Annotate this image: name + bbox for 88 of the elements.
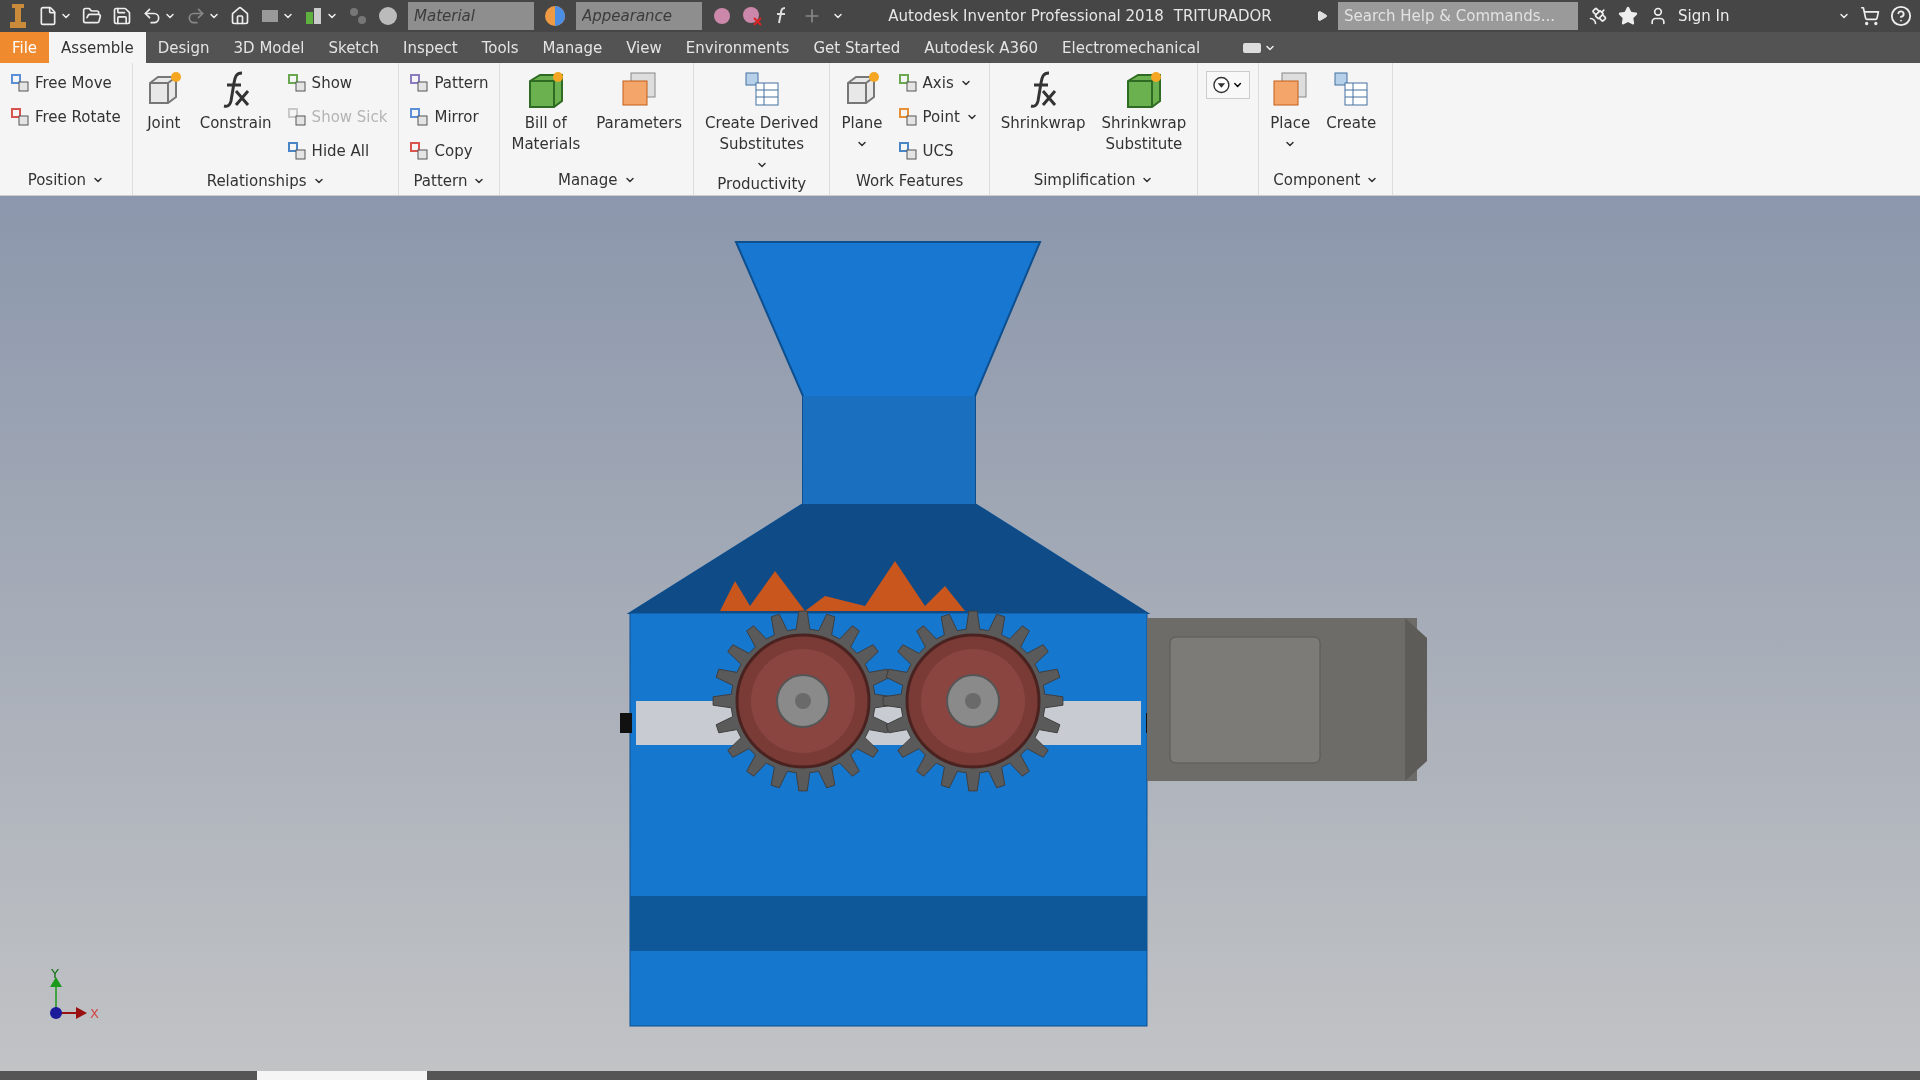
clear-color-icon: [742, 6, 762, 26]
ribbon-tab[interactable]: Electromechanical: [1050, 32, 1213, 63]
ribbon-tool[interactable]: Pattern: [407, 67, 492, 98]
x-axis-label: X: [90, 1006, 99, 1021]
select-button[interactable]: [304, 6, 338, 26]
ribbon-tool[interactable]: Place: [1267, 67, 1314, 165]
tool-icon: [287, 141, 306, 160]
tool-icon: [11, 107, 29, 126]
panel-title[interactable]: Manage: [508, 165, 686, 195]
ribbon-tab[interactable]: Inspect: [391, 32, 470, 63]
ribbon-tab[interactable]: Environments: [673, 32, 802, 63]
tool-icon: [898, 107, 917, 126]
ribbon-tool[interactable]: Plane: [838, 67, 886, 166]
tool-icon: [410, 73, 429, 92]
user-icon: [1648, 6, 1668, 26]
ribbon-tab[interactable]: Get Started: [801, 32, 913, 63]
open-button[interactable]: [82, 6, 102, 26]
favorites-button[interactable]: [1618, 6, 1638, 26]
tool-icon: [11, 73, 29, 92]
satellite-button[interactable]: [1588, 6, 1608, 26]
ribbon-tab[interactable]: 3D Model: [221, 32, 317, 63]
panel-display-icon: [1242, 41, 1263, 54]
tool-icon: [287, 73, 306, 92]
document-title: TRITURADOR: [1173, 7, 1272, 25]
app-logo[interactable]: [8, 2, 28, 30]
ribbon-tool[interactable]: Show: [284, 67, 391, 98]
new-file-button[interactable]: [38, 6, 72, 26]
tool-icon: [898, 73, 917, 92]
ribbon-tool[interactable]: Hide All: [284, 135, 391, 166]
ribbon-tool[interactable]: Create Derived Substitutes: [702, 67, 822, 173]
tool-icon: [287, 107, 306, 126]
color-ball-icon: [712, 6, 732, 26]
ribbon-tool[interactable]: Shrinkwrap: [997, 67, 1089, 165]
panel-title[interactable]: Component: [1267, 165, 1385, 195]
color-wheel-icon: [544, 5, 566, 27]
ribbon-tool[interactable]: Mirror: [407, 101, 492, 132]
search-field[interactable]: Search Help & Commands...: [1338, 2, 1578, 30]
save-button[interactable]: [112, 6, 132, 26]
sign-in-button[interactable]: Sign In: [1678, 7, 1828, 25]
dropdown-circle-icon: [1213, 76, 1231, 94]
tool-icon: [410, 141, 429, 160]
ribbon-tool[interactable]: Copy: [407, 135, 492, 166]
clear-appearance-button[interactable]: [742, 6, 762, 26]
home-button[interactable]: [230, 6, 250, 26]
dropdown-button[interactable]: [1206, 71, 1251, 99]
panel-title[interactable]: Productivity: [702, 173, 822, 195]
ribbon-tool[interactable]: Bill of Materials: [508, 67, 584, 165]
axis-icon: [50, 977, 87, 1019]
ribbon-tool[interactable]: Axis: [895, 67, 981, 98]
expand-button[interactable]: [1316, 10, 1328, 22]
help-button[interactable]: [1890, 5, 1912, 27]
ribbon-tool[interactable]: Parameters: [593, 67, 686, 165]
tool-icon: [410, 107, 429, 126]
appearance-field[interactable]: Appearance: [576, 2, 702, 30]
undo-button[interactable]: [142, 6, 176, 26]
ribbon-tab[interactable]: Manage: [530, 32, 615, 63]
appearance-button[interactable]: [544, 5, 566, 27]
ribbon-tool[interactable]: Point: [895, 101, 981, 132]
ribbon-tab[interactable]: Tools: [469, 32, 531, 63]
ribbon-tool[interactable]: Joint: [140, 67, 187, 166]
circles-icon: [348, 6, 368, 26]
tool-icon: [898, 141, 917, 160]
y-axis-label: Y: [51, 966, 59, 981]
panel-title[interactable]: Pattern: [407, 166, 492, 195]
ribbon-tab[interactable]: Assemble: [49, 32, 146, 63]
panel-title[interactable]: Work Features: [838, 166, 981, 195]
blocks-icon: [304, 6, 324, 26]
ribbon-tab[interactable]: Design: [145, 32, 222, 63]
ribbon-tool[interactable]: Constrain: [196, 67, 275, 166]
globe-button[interactable]: [378, 6, 398, 26]
user-button[interactable]: [1648, 6, 1668, 26]
material-field[interactable]: Material: [408, 2, 534, 30]
cart-button[interactable]: [1860, 6, 1880, 26]
app-title: Autodesk Inventor Professional 2018: [888, 7, 1164, 25]
ribbon-tab[interactable]: View: [614, 32, 674, 63]
globe-icon: [378, 6, 398, 26]
ribbon-tool[interactable]: Free Rotate: [8, 101, 124, 132]
panel-title[interactable]: Position: [8, 165, 124, 195]
panel-title[interactable]: Relationships: [140, 166, 391, 195]
ribbon-tool[interactable]: UCS: [895, 135, 981, 166]
panel-title[interactable]: Simplification: [997, 165, 1190, 195]
ribbon-tool[interactable]: Free Move: [8, 67, 124, 98]
adjust-appearance-button[interactable]: [712, 6, 732, 26]
ribbon-tab[interactable]: Autodesk A360: [912, 32, 1051, 63]
ribbon-tab[interactable]: Sketch: [316, 32, 391, 63]
redo-button[interactable]: [186, 6, 220, 26]
ribbon-tool[interactable]: Create: [1323, 67, 1380, 165]
ribbon-tool[interactable]: Shrinkwrap Substitute: [1098, 67, 1190, 165]
